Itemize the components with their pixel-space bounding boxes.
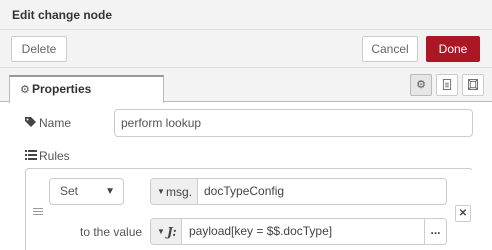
to-value-label: to the value xyxy=(80,225,143,239)
target-value: docTypeConfig xyxy=(204,184,285,198)
list-icon xyxy=(25,149,37,163)
tab-properties[interactable]: ⚙ Properties xyxy=(9,75,164,103)
name-input[interactable]: perform lookup xyxy=(114,109,473,137)
dialog-toolbar: Delete Cancel Done xyxy=(0,30,492,68)
target-type-button[interactable]: ▼ msg. xyxy=(151,179,198,204)
chevron-down-icon: ▼ xyxy=(105,186,115,197)
rule-action-value: Set xyxy=(60,184,79,198)
properties-view-button[interactable]: ⚙ xyxy=(410,74,432,96)
caret-down-icon: ▼ xyxy=(157,187,165,196)
gear-icon: ⚙ xyxy=(416,79,426,91)
rules-list: Set ▼ ▼ msg. docTypeConfig to the value … xyxy=(25,168,473,250)
description-view-button[interactable] xyxy=(436,74,458,96)
value-type-button[interactable]: ▼ J: xyxy=(151,219,182,244)
tag-icon xyxy=(25,117,37,130)
dialog-header: Edit change node xyxy=(0,0,492,30)
expand-editor-button[interactable]: ... xyxy=(424,219,446,244)
layout-icon xyxy=(468,79,478,90)
dialog-title: Edit change node xyxy=(12,8,113,22)
name-label: Name xyxy=(39,116,72,130)
cancel-button[interactable]: Cancel xyxy=(362,36,418,62)
rule-item: Set ▼ ▼ msg. docTypeConfig to the value … xyxy=(27,170,473,250)
value-expression: payload[key = $$.docType] xyxy=(189,224,333,238)
delete-button[interactable]: Delete xyxy=(11,36,67,62)
rule-target-input[interactable]: ▼ msg. docTypeConfig xyxy=(150,178,447,205)
done-button[interactable]: Done xyxy=(426,36,480,62)
caret-down-icon: ▼ xyxy=(157,227,165,236)
close-icon[interactable]: ✕ xyxy=(455,205,471,222)
rule-value-input[interactable]: ▼ J: payload[key = $$.docType] ... xyxy=(150,218,447,245)
appearance-view-button[interactable] xyxy=(462,74,484,96)
file-text-icon xyxy=(442,79,452,90)
rule-action-select[interactable]: Set ▼ xyxy=(49,178,124,205)
rules-label: Rules xyxy=(39,149,70,163)
jsonata-type-label: J: xyxy=(167,225,177,239)
tab-properties-label: Properties xyxy=(32,82,92,96)
gear-icon: ⚙ xyxy=(20,84,30,96)
target-type-label: msg. xyxy=(166,185,193,199)
drag-handle-icon[interactable] xyxy=(33,208,43,218)
